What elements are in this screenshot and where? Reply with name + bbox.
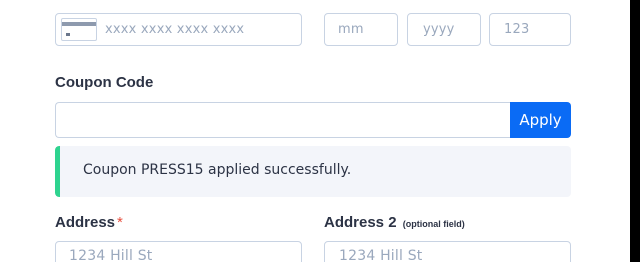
- address2-input[interactable]: 1234 Hill St: [324, 241, 571, 262]
- expiry-month-placeholder: mm: [338, 22, 364, 37]
- checkout-form: xxxx xxxx xxxx xxxx mm yyyy 123 Coupon C…: [0, 0, 630, 262]
- required-asterisk: *: [117, 214, 123, 231]
- address-label: Address *: [55, 214, 123, 231]
- card-number-input[interactable]: xxxx xxxx xxxx xxxx: [55, 13, 302, 46]
- address2-placeholder: 1234 Hill St: [339, 248, 423, 262]
- address-label-text: Address: [55, 214, 116, 231]
- credit-card-icon: [61, 18, 97, 41]
- coupon-code-label: Coupon Code: [55, 74, 154, 91]
- expiry-month-input[interactable]: mm: [324, 13, 398, 46]
- cvc-input[interactable]: 123: [489, 13, 571, 46]
- coupon-success-notice: Coupon PRESS15 applied successfully.: [55, 146, 571, 197]
- expiry-year-input[interactable]: yyyy: [407, 13, 481, 46]
- optional-field-note: (optional field): [402, 219, 465, 229]
- cvc-placeholder: 123: [504, 22, 530, 37]
- coupon-code-input[interactable]: [55, 102, 512, 138]
- address2-label-text: Address 2: [324, 214, 397, 231]
- expiry-year-placeholder: yyyy: [423, 22, 455, 37]
- address-input[interactable]: 1234 Hill St: [55, 241, 302, 262]
- coupon-success-message: Coupon PRESS15 applied successfully.: [83, 162, 352, 178]
- card-number-placeholder: xxxx xxxx xxxx xxxx: [105, 22, 245, 37]
- address-placeholder: 1234 Hill St: [69, 248, 153, 262]
- apply-coupon-button[interactable]: Apply: [510, 102, 571, 138]
- success-accent-bar: [55, 146, 60, 197]
- address2-label: Address 2 (optional field): [324, 214, 465, 231]
